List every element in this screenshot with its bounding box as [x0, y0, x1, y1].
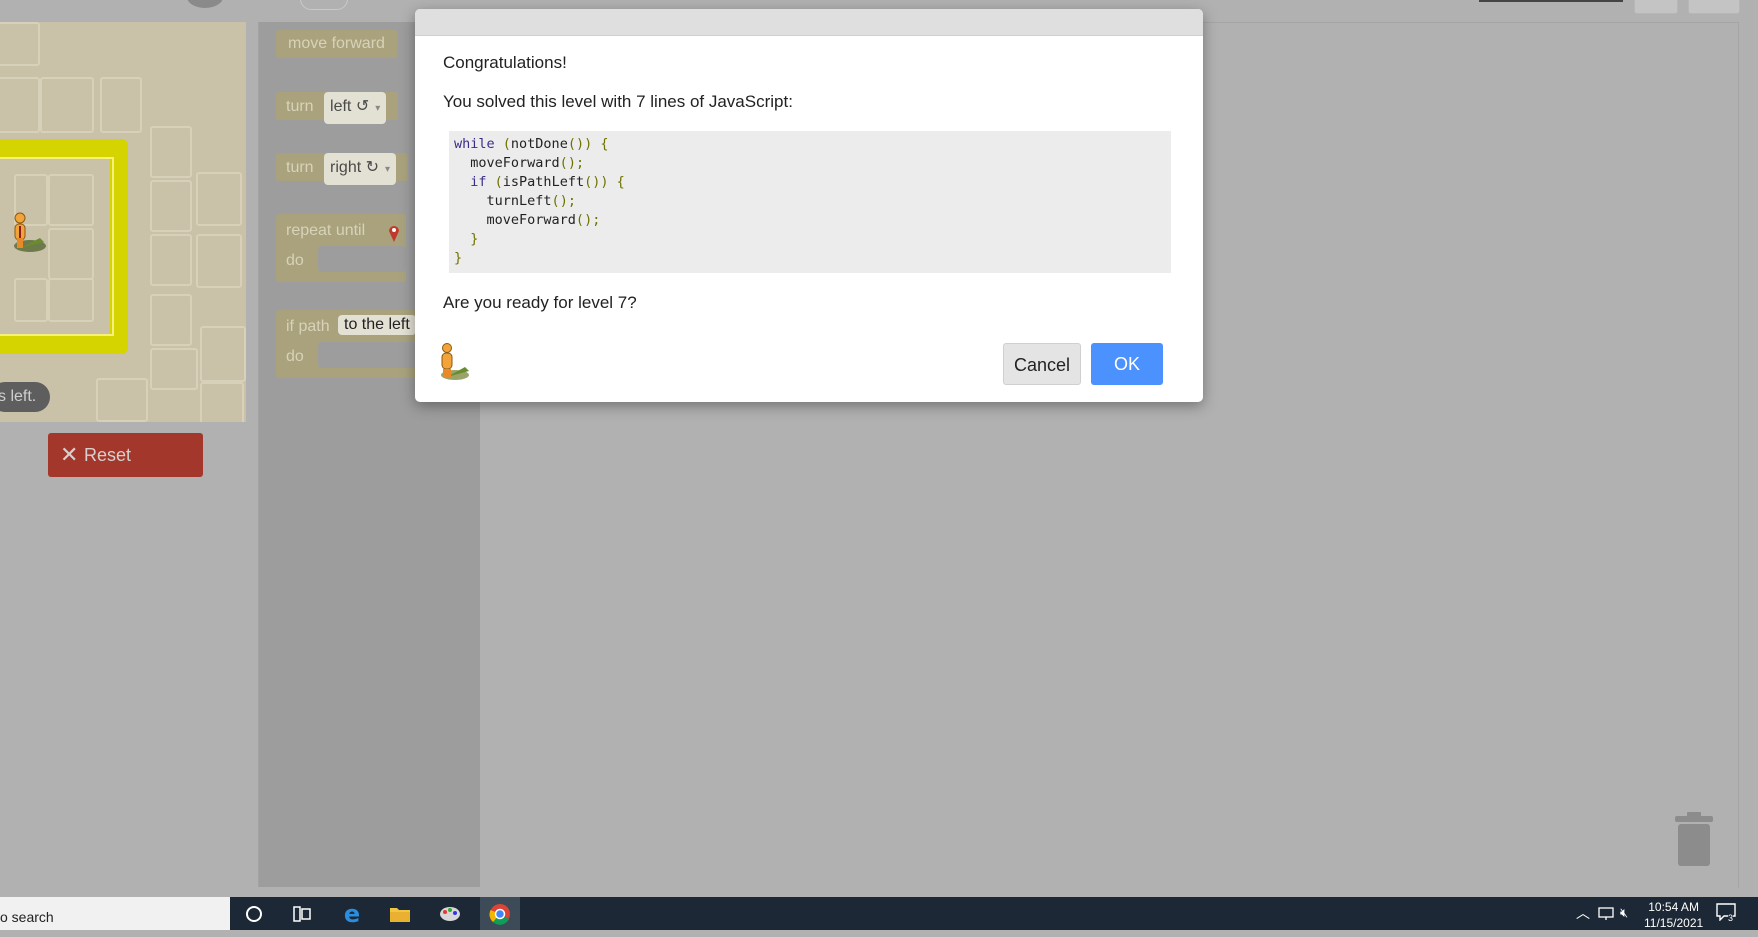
block-turn-left[interactable]: turn left ↺ ▾ [276, 92, 399, 124]
edge-icon[interactable]: e [332, 897, 372, 930]
if-do-slot[interactable] [318, 342, 426, 368]
if-do-label: do [286, 348, 304, 365]
blocks-left-badge: ks left. [0, 382, 51, 412]
turn-left-value: left ↺ [330, 98, 370, 115]
code-line: if (isPathLeft()) { [454, 173, 1166, 192]
dropdown-arrow-icon: ▾ [375, 103, 381, 114]
code-text: (isPathLeft()) { [494, 174, 625, 190]
level-button-clipped[interactable] [300, 0, 348, 10]
chevron-up-icon[interactable]: ︿ [1576, 903, 1590, 923]
taskbar-search[interactable]: o search [0, 897, 230, 930]
block-move-forward-label: move forward [288, 35, 385, 52]
code-line: } [454, 249, 1166, 268]
dialog-title: Congratulations! [443, 53, 567, 72]
code-line: moveForward(); [454, 154, 1166, 173]
code-line: moveForward(); [454, 211, 1166, 230]
turn-right-value: right ↻ [330, 159, 380, 176]
dialog-question: Are you ready for level 7? [443, 293, 637, 312]
code-keyword: if [454, 174, 487, 190]
clock-time: 10:54 AM [1648, 900, 1699, 914]
close-icon: ✕ [60, 442, 79, 467]
code-line: } [454, 230, 1166, 249]
toolbox-edge [258, 22, 259, 887]
dialog-header [415, 9, 1203, 36]
paint-icon[interactable] [430, 897, 470, 930]
turn-left-dropdown[interactable]: left ↺ ▾ [324, 92, 387, 124]
trash-icon[interactable] [1673, 812, 1715, 868]
clock-date: 11/15/2021 [1644, 916, 1704, 930]
volume-muted-icon[interactable]: 🔇︎ [1620, 905, 1628, 921]
code-text: moveForward(); [454, 155, 585, 171]
taskbar: o search e ︿ 🔇︎ 10:54 AM 11/15/2021 3 [0, 897, 1758, 930]
chrome-icon[interactable] [480, 897, 520, 930]
turn-right-dropdown[interactable]: right ↻ ▾ [324, 153, 397, 185]
code-line: while (notDone()) { [454, 135, 1166, 154]
congratulations-dialog: Congratulations! You solved this level w… [415, 9, 1203, 402]
marker-icon [389, 226, 399, 242]
code-line: turnLeft(); [454, 192, 1166, 211]
code-block: while (notDone()) { moveForward(); if (i… [449, 131, 1171, 273]
code-text: } [470, 231, 479, 247]
code-text: (notDone()) { [502, 136, 609, 152]
block-turn-label: turn [286, 159, 314, 176]
notifications-icon[interactable]: 3 [1716, 903, 1736, 926]
repeat-do-slot[interactable] [318, 246, 406, 272]
taskbar-clock[interactable]: 10:54 AM 11/15/2021 [1644, 899, 1703, 931]
if-path-label: if path [286, 318, 330, 335]
cortana-icon[interactable] [234, 897, 274, 930]
reset-button[interactable]: ✕ Reset [48, 433, 203, 477]
pegman-button-clipped[interactable] [1688, 0, 1740, 14]
notification-count: 3 [1728, 913, 1734, 923]
cancel-button[interactable]: Cancel [1003, 343, 1081, 385]
reset-label: Reset [84, 445, 132, 465]
dialog-message: You solved this level with 7 lines of Ja… [443, 92, 793, 111]
repeat-do-label: do [286, 252, 304, 269]
task-view-icon[interactable] [282, 897, 322, 930]
block-turn-right[interactable]: turn right ↻ ▾ [276, 153, 409, 185]
block-move-forward[interactable]: move forward [276, 30, 397, 58]
maze-display [0, 22, 246, 422]
code-keyword: while [454, 136, 495, 152]
language-underline[interactable] [1479, 0, 1623, 2]
pegman-icon [441, 343, 469, 380]
code-text: } [454, 250, 463, 266]
file-explorer-icon[interactable] [380, 897, 420, 930]
network-icon[interactable] [1598, 907, 1614, 921]
taskbar-search-text: o search [0, 909, 54, 925]
if-path-value: to the left [344, 316, 410, 333]
repeat-until-label: repeat until [286, 222, 366, 239]
link-button-clipped[interactable] [1634, 0, 1678, 14]
code-text: turnLeft(); [454, 193, 576, 209]
if-path-dropdown[interactable]: to the left [338, 315, 416, 335]
block-repeat-until[interactable]: repeat until do [276, 214, 406, 282]
ok-button[interactable]: OK [1091, 343, 1163, 385]
block-turn-label: turn [286, 98, 314, 115]
block-if-path[interactable]: if path to the left do [276, 310, 426, 378]
level-dot-icon[interactable] [187, 0, 223, 8]
pegman-icon [14, 212, 46, 252]
code-text: moveForward(); [454, 212, 601, 228]
dropdown-arrow-icon: ▾ [385, 164, 391, 175]
